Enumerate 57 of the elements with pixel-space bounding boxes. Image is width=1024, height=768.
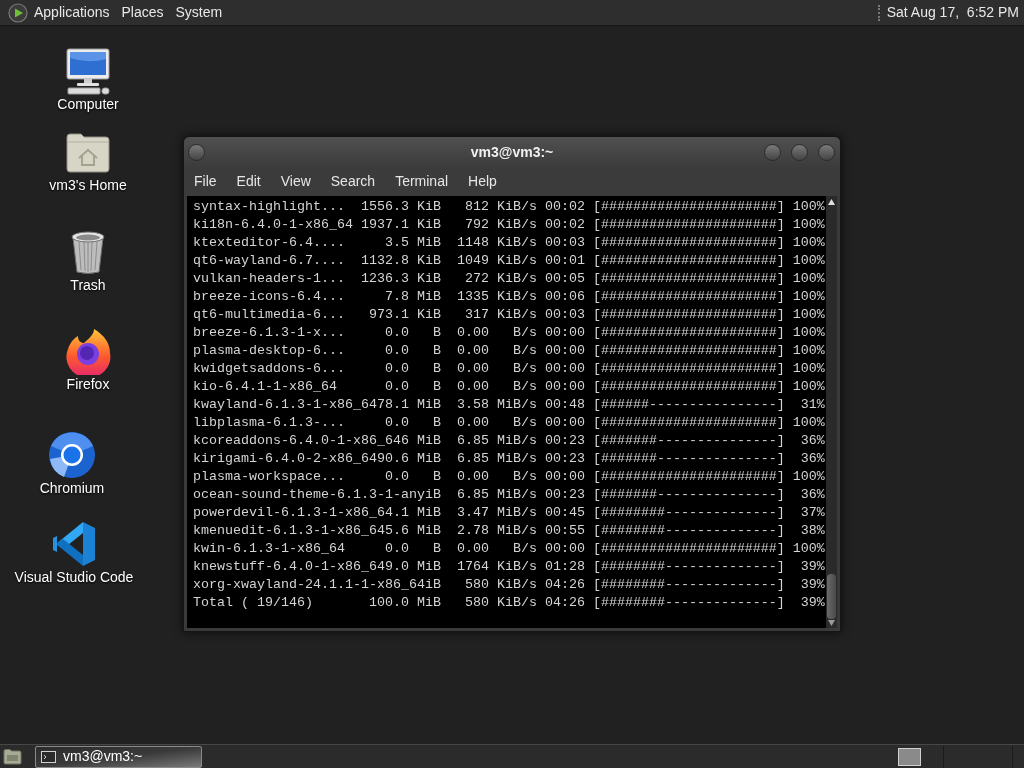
terminal-line: kmenuedit-6.1.3-1-x86_645.6 MiB 2.78 MiB/s 00:55 [########--------------] 38% bbox=[193, 522, 825, 540]
menu-item[interactable]: Help bbox=[458, 169, 507, 194]
terminal-line: plasma-desktop-6... 0.0 B 0.00 B/s 00:00 [######################] 100% bbox=[193, 342, 825, 360]
maximize-button[interactable] bbox=[791, 143, 808, 161]
desktop-shortcut[interactable]: Trash bbox=[13, 228, 163, 293]
terminal-line: ki18n-6.4.0-1-x86_64 1937.1 KiB 792 KiB/s 00:02 [######################] 100% bbox=[193, 216, 825, 234]
terminal-line: qt6-wayland-6.7.... 1132.8 KiB 1049 KiB/s 00:01 [######################] 100% bbox=[193, 252, 825, 270]
main-menu-logo-icon[interactable] bbox=[8, 2, 28, 23]
minimize-button[interactable] bbox=[764, 143, 781, 161]
panel-menu[interactable]: Applications bbox=[28, 0, 116, 25]
terminal-line: powerdevil-6.1.3-1-x86_64.1 MiB 3.47 MiB/s 00:45 [########--------------] 37% bbox=[193, 504, 825, 522]
vscode-logo-icon bbox=[50, 520, 98, 568]
menu-item[interactable]: Edit bbox=[226, 169, 271, 194]
terminal-line: ktexteditor-6.4.... 3.5 MiB 1148 KiB/s 00:03 [######################] 100% bbox=[193, 234, 825, 252]
terminal-line: kcoreaddons-6.4.0-1-x86_646 MiB 6.85 MiB/s 00:23 [#######---------------] 36% bbox=[193, 432, 825, 450]
terminal-line: Total ( 19/146) 100.0 MiB 580 KiB/s 04:26 [########--------------] 39% bbox=[193, 594, 825, 612]
desktop-shortcut[interactable]: Visual Studio Code bbox=[0, 520, 149, 585]
terminal-line: kio-6.4.1-1-x86_64 0.0 B 0.00 B/s 00:00 [######################] 100% bbox=[193, 378, 825, 396]
window-title: vm3@vm3:~ bbox=[469, 142, 555, 162]
clock[interactable]: Sat Aug 17, 6:52 PM bbox=[886, 2, 1019, 23]
terminal-window-icon bbox=[41, 750, 56, 763]
scrollbar[interactable] bbox=[826, 196, 837, 628]
menu-item[interactable]: Search bbox=[320, 169, 386, 194]
desktop-shortcut[interactable]: Firefox bbox=[13, 327, 163, 392]
terminal-line: libplasma-6.1.3-... 0.0 B 0.00 B/s 00:00 [######################] 100% bbox=[193, 414, 825, 432]
terminal-line: plasma-workspace... 0.0 B 0.00 B/s 00:00 [######################] 100% bbox=[193, 468, 825, 486]
terminal-line: qt6-multimedia-6... 973.1 KiB 317 KiB/s 00:03 [######################] 100% bbox=[193, 306, 825, 324]
terminal-line: kwayland-6.1.3-1-x86_6478.1 MiB 3.58 MiB/s 00:48 [######----------------] 31% bbox=[193, 396, 825, 414]
menu-item[interactable]: Terminal bbox=[385, 169, 459, 194]
scroll-down-arrow-icon[interactable] bbox=[827, 619, 836, 627]
desktop-shortcut[interactable]: Computer bbox=[13, 47, 163, 112]
panel-menu[interactable]: Places bbox=[115, 0, 170, 25]
chromium-logo-icon bbox=[48, 431, 96, 479]
computer-monitor-icon bbox=[64, 47, 112, 95]
close-button[interactable] bbox=[818, 143, 835, 161]
terminal-line: kirigami-6.4.0-2-x86_6490.6 MiB 6.85 MiB/s 00:23 [#######---------------] 36% bbox=[193, 450, 825, 468]
terminal-line: xorg-xwayland-24.1.1-1-x86_64iB 580 KiB/s 04:26 [########--------------] 39% bbox=[193, 576, 825, 594]
terminal-line: breeze-icons-6.4... 7.8 MiB 1335 KiB/s 00:06 [######################] 100% bbox=[193, 288, 825, 306]
terminal-line: knewstuff-6.4.0-1-x86_649.0 MiB 1764 KiB/s 01:28 [########--------------] 39% bbox=[193, 558, 825, 576]
terminal-line: kwidgetsaddons-6... 0.0 B 0.00 B/s 00:00 [######################] 100% bbox=[193, 360, 825, 378]
terminal-line: syntax-highlight... 1556.3 KiB 812 KiB/s 00:02 [######################] 100% bbox=[193, 198, 825, 216]
desktop-shortcut[interactable]: Chromium bbox=[0, 431, 147, 496]
terminal-line: vulkan-headers-1... 1236.3 KiB 272 KiB/s 00:05 [######################] 100% bbox=[193, 270, 825, 288]
terminal-line: breeze-6.1.3-1-x... 0.0 B 0.00 B/s 00:00 [######################] 100% bbox=[193, 324, 825, 342]
scroll-up-arrow-icon[interactable] bbox=[827, 198, 836, 206]
taskbar-task-button[interactable]: vm3@vm3:~ bbox=[35, 745, 202, 768]
desktop-folder-icon[interactable] bbox=[3, 748, 22, 765]
terminal-line: kwin-6.1.3-1-x86_64 0.0 B 0.00 B/s 00:00 [######################] 100% bbox=[193, 540, 825, 558]
window-menu-button[interactable] bbox=[188, 143, 205, 161]
scrollbar-thumb[interactable] bbox=[827, 574, 836, 619]
workspace-switcher[interactable] bbox=[898, 747, 921, 766]
desktop-shortcut[interactable]: vm3's Home bbox=[13, 128, 163, 193]
menu-item[interactable]: View bbox=[270, 169, 321, 194]
panel-menu[interactable]: System bbox=[169, 0, 229, 25]
terminal-line: ocean-sound-theme-6.1.3-1-anyiB 6.85 MiB/s 00:23 [#######---------------] 36% bbox=[193, 486, 825, 504]
menu-item[interactable]: File bbox=[184, 169, 227, 194]
firefox-logo-icon bbox=[64, 327, 112, 375]
